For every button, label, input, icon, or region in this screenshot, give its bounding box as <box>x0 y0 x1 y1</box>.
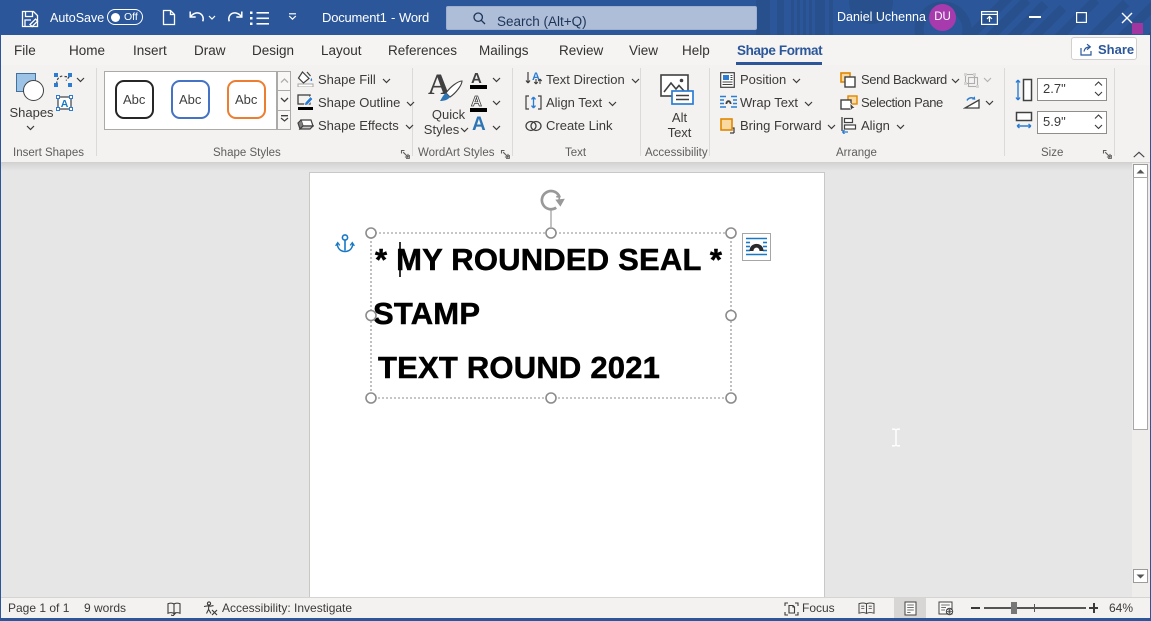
svg-text:A: A <box>61 98 69 110</box>
